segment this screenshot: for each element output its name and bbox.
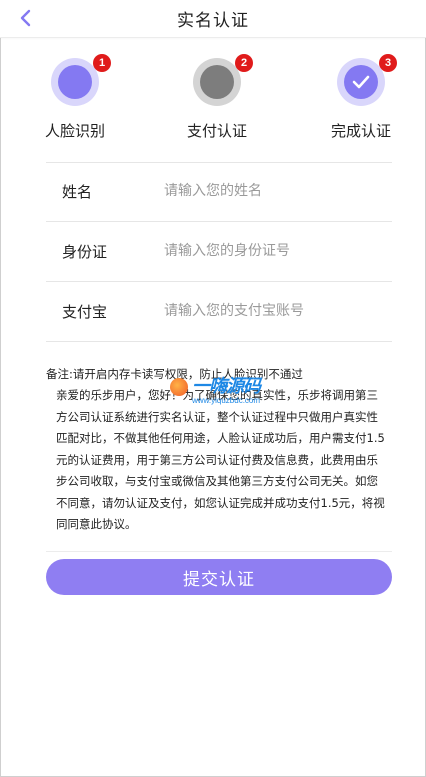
header-bar: 实名认证 xyxy=(0,0,426,38)
check-icon xyxy=(352,75,370,89)
alipay-label: 支付宝 xyxy=(62,303,108,321)
step-2-badge: 2 xyxy=(235,54,253,72)
step-2-circle: 2 xyxy=(193,54,253,106)
step-2-label: 支付认证 xyxy=(186,122,247,140)
progress-steps: 1 人脸识别 2 支付认证 3 完成认证 xyxy=(0,50,426,150)
step-payment-verification: 2 支付认证 xyxy=(162,54,272,141)
step-1-badge: 1 xyxy=(93,54,111,72)
form-row-alipay: 支付宝 xyxy=(46,282,392,342)
notice-title: 备注:请开启内存卡读写权限，防止人脸识别不通过 xyxy=(46,367,303,381)
step-complete: 3 完成认证 xyxy=(306,54,416,141)
verification-form: 姓名 身份证 支付宝 xyxy=(46,162,392,342)
alipay-input[interactable] xyxy=(164,295,384,327)
notice-section: 备注:请开启内存卡读写权限，防止人脸识别不通过 亲爱的乐步用户，您好！为了确保您… xyxy=(46,366,386,536)
name-label: 姓名 xyxy=(62,183,93,201)
step-3-circle: 3 xyxy=(337,54,397,106)
form-row-name: 姓名 xyxy=(46,162,392,222)
page-title: 实名认证 xyxy=(177,11,249,31)
submit-divider xyxy=(46,551,392,552)
submit-verification-button[interactable]: 提交认证 xyxy=(46,559,392,595)
step-1-circle: 1 xyxy=(51,54,111,106)
step-1-label: 人脸识别 xyxy=(44,122,105,140)
form-row-id-card: 身份证 xyxy=(46,222,392,282)
name-input[interactable] xyxy=(164,175,384,207)
step-face-recognition: 1 人脸识别 xyxy=(20,54,130,141)
step-3-badge: 3 xyxy=(379,54,397,72)
id-card-input[interactable] xyxy=(164,235,384,267)
id-card-label: 身份证 xyxy=(62,243,108,261)
step-3-label: 完成认证 xyxy=(330,122,391,140)
notice-body: 亲爱的乐步用户，您好！为了确保您的真实性，乐步将调用第三方公司认证系统进行实名认… xyxy=(56,388,385,531)
